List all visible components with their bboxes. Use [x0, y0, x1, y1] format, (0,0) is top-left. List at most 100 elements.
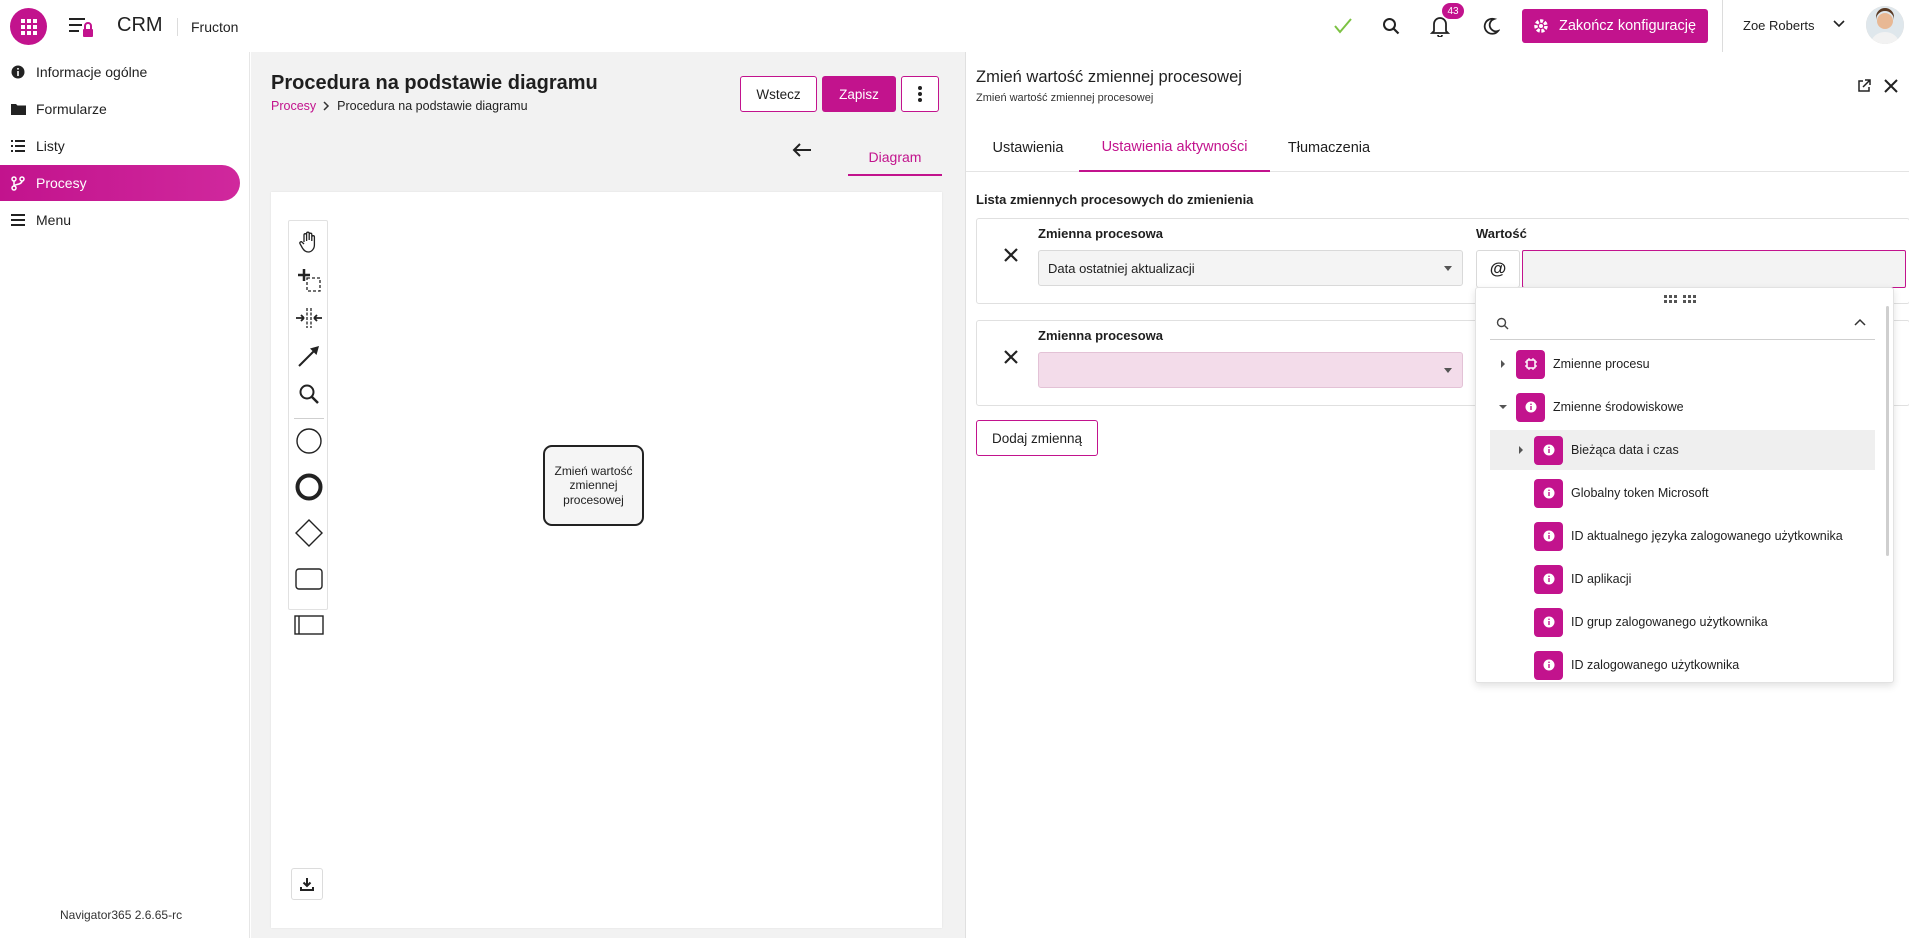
- tree-item-current-datetime[interactable]: Bieżąca data i czas: [1490, 430, 1875, 470]
- notification-badge: 43: [1442, 3, 1464, 19]
- avatar[interactable]: [1866, 6, 1904, 44]
- tree-item-user-groups-id[interactable]: ID grup zalogowanego użytkownika: [1490, 602, 1875, 642]
- tree-item-microsoft-token[interactable]: Globalny token Microsoft: [1490, 473, 1875, 513]
- dark-mode-toggle[interactable]: [1478, 13, 1504, 39]
- info-icon: [1534, 650, 1563, 680]
- sidebar-item-label: Procesy: [36, 175, 87, 191]
- caret-down-icon[interactable]: [1490, 404, 1516, 410]
- tree-item-application-id[interactable]: ID aplikacji: [1490, 559, 1875, 599]
- tree-group-process-variables[interactable]: Zmienne procesu: [1490, 344, 1875, 384]
- diagram-palette: [288, 220, 329, 635]
- sidebar: Informacje ogólne Formularze Listy Proce…: [0, 52, 250, 938]
- sidebar-item-processes[interactable]: Procesy: [0, 165, 240, 201]
- more-vert-icon: [918, 86, 922, 102]
- grid-icon: [20, 18, 37, 35]
- close-icon[interactable]: [1884, 79, 1898, 93]
- info-icon: [1534, 521, 1563, 551]
- space-tool-icon[interactable]: [289, 299, 329, 337]
- divider: [1722, 0, 1723, 52]
- gateway-icon[interactable]: [289, 514, 329, 552]
- caret-right-icon[interactable]: [1490, 360, 1516, 368]
- tree-item-label: Zmienne procesu: [1553, 357, 1650, 371]
- arrow-left-icon: [792, 143, 811, 157]
- chevron-up-icon[interactable]: [1854, 318, 1866, 326]
- diagram-task-node[interactable]: Zmień wartość zmiennej procesowej: [543, 445, 644, 526]
- back-button[interactable]: Wstecz: [740, 76, 817, 112]
- search-button[interactable]: [1378, 13, 1404, 39]
- tab-translations[interactable]: Tłumaczenia: [1276, 124, 1382, 172]
- hand-tool-icon[interactable]: [289, 223, 329, 261]
- more-options-button[interactable]: [901, 76, 939, 112]
- user-name[interactable]: Zoe Roberts: [1743, 18, 1815, 33]
- chevron-down-icon[interactable]: [1833, 20, 1845, 28]
- menu-lock-button[interactable]: [68, 15, 96, 39]
- caret-down-icon: [1444, 266, 1452, 271]
- diagram-canvas[interactable]: Zmień wartość zmiennej procesowej: [271, 192, 942, 928]
- value-label: Wartość: [1476, 226, 1527, 241]
- info-icon: [1534, 478, 1563, 508]
- tree-item-user-language-id[interactable]: ID aktualnego języka zalogowanego użytko…: [1490, 516, 1875, 556]
- sidebar-item-forms[interactable]: Formularze: [0, 91, 240, 127]
- tree-group-environment-variables[interactable]: Zmienne środowiskowe: [1490, 387, 1875, 427]
- download-button[interactable]: [291, 868, 323, 900]
- info-icon: [1516, 392, 1545, 422]
- remove-variable-icon[interactable]: [1004, 248, 1018, 262]
- sidebar-item-label: Formularze: [36, 101, 107, 117]
- value-input[interactable]: [1522, 250, 1906, 288]
- tree-item-user-id[interactable]: ID zalogowanego użytkownika: [1490, 645, 1875, 682]
- zoom-tool-icon[interactable]: [289, 375, 329, 413]
- apps-grid-button[interactable]: [10, 8, 47, 45]
- end-event-icon[interactable]: [289, 468, 329, 506]
- caret-right-icon[interactable]: [1508, 446, 1534, 454]
- process-variable-label: Zmienna procesowa: [1038, 328, 1163, 343]
- tree-item-label: ID aktualnego języka zalogowanego użytko…: [1571, 529, 1843, 543]
- sidebar-item-general-info[interactable]: Informacje ogólne: [0, 54, 240, 90]
- section-title: Lista zmiennych procesowych do zmienieni…: [976, 192, 1254, 207]
- drag-handle-icon[interactable]: [1664, 295, 1698, 305]
- folder-icon: [0, 103, 36, 115]
- tree-item-label: ID zalogowanego użytkownika: [1571, 658, 1740, 672]
- arrow-back-button[interactable]: [792, 142, 816, 166]
- info-icon: [0, 65, 36, 79]
- dropdown-search-input[interactable]: [1490, 306, 1875, 340]
- tab-diagram[interactable]: Diagram: [848, 140, 942, 176]
- connect-tool-icon[interactable]: [289, 337, 329, 375]
- company-name: Fructon: [191, 19, 239, 35]
- process-variable-select-empty[interactable]: [1038, 352, 1463, 388]
- remove-variable-icon[interactable]: [1004, 350, 1018, 364]
- dropdown-scrollbar[interactable]: [1886, 306, 1889, 556]
- search-icon: [1496, 317, 1509, 330]
- app-brand: CRM: [117, 14, 163, 36]
- chevron-right-icon: [323, 101, 330, 111]
- lasso-tool-icon[interactable]: [289, 261, 329, 299]
- process-variable-label: Zmienna procesowa: [1038, 226, 1163, 241]
- finish-configuration-label: Zakończ konfigurację: [1559, 18, 1697, 34]
- tab-settings[interactable]: Ustawienia: [976, 124, 1080, 172]
- variable-picker-dropdown: Zmienne procesu Zmienne środowiskowe Bie…: [1475, 287, 1894, 683]
- insert-variable-button[interactable]: @: [1476, 250, 1520, 288]
- pool-icon[interactable]: [289, 606, 329, 644]
- add-variable-button[interactable]: Dodaj zmienną: [976, 420, 1098, 456]
- info-icon: [1534, 564, 1563, 594]
- sidebar-item-lists[interactable]: Listy: [0, 128, 240, 164]
- open-external-icon[interactable]: [1857, 79, 1871, 93]
- panel-subtitle: Zmień wartość zmiennej procesowej: [976, 92, 1154, 104]
- tree-item-label: Globalny token Microsoft: [1571, 486, 1709, 500]
- app-version: Navigator365 2.6.65-rc: [60, 908, 183, 922]
- finish-configuration-button[interactable]: Zakończ konfigurację: [1522, 9, 1708, 43]
- save-button[interactable]: Zapisz: [822, 76, 896, 112]
- breadcrumb-current: Procedura na podstawie diagramu: [337, 99, 528, 113]
- start-event-icon[interactable]: [289, 422, 329, 460]
- process-variable-select-value: Data ostatniej aktualizacji: [1048, 260, 1195, 276]
- chip-icon: [1516, 349, 1545, 379]
- sidebar-item-label: Listy: [36, 138, 65, 154]
- list-icon: [0, 140, 36, 152]
- breadcrumb-link-processes[interactable]: Procesy: [271, 99, 316, 113]
- download-icon: [300, 878, 314, 891]
- process-variable-select[interactable]: Data ostatniej aktualizacji: [1038, 250, 1463, 286]
- sidebar-item-label: Menu: [36, 212, 72, 228]
- task-icon[interactable]: [289, 560, 329, 598]
- sidebar-item-menu[interactable]: Menu: [0, 202, 240, 238]
- tab-activity-settings[interactable]: Ustawienia aktywności: [1079, 124, 1270, 172]
- info-icon: [1534, 435, 1563, 465]
